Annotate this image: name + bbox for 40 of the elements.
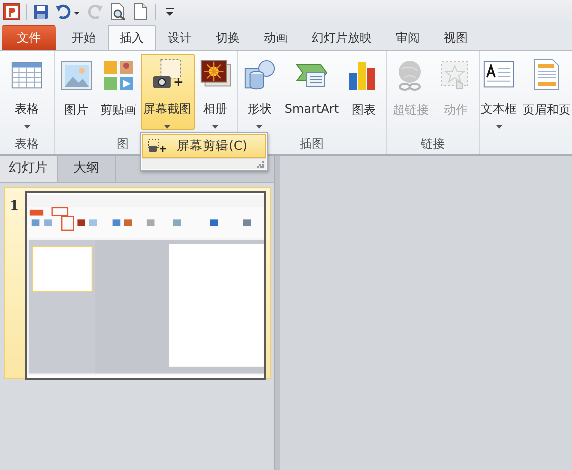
panel-tab[interactable]: 幻灯片 — [0, 156, 58, 182]
group-label: 表格 — [15, 136, 39, 152]
app-logo-icon[interactable] — [3, 3, 21, 21]
undo-icon[interactable] — [55, 3, 81, 21]
camera-icon — [150, 59, 184, 90]
ribbon-button[interactable]: 页眉和页 — [522, 54, 572, 130]
ribbon-button[interactable]: 表格 — [7, 54, 47, 130]
shapes-icon — [242, 59, 277, 90]
panel-tab[interactable]: 大纲 — [58, 156, 116, 182]
screen-clip-icon — [148, 139, 166, 153]
group-label: 图 — [117, 136, 129, 152]
ribbon-button[interactable]: 屏幕截图 — [140, 54, 194, 130]
new-document-icon[interactable] — [132, 3, 150, 21]
ribbon-tab[interactable]: 插入 — [108, 25, 156, 50]
ribbon-tab[interactable]: 设计 — [156, 25, 204, 50]
group-label: 插图 — [300, 136, 324, 152]
slide-thumbnail[interactable]: 1 — [4, 187, 271, 379]
ribbon-button[interactable]: 文本框 — [480, 54, 518, 130]
ribbon-button[interactable]: 剪贴画 — [98, 54, 140, 130]
ribbon-tab[interactable]: 开始 — [60, 25, 108, 50]
ribbon-tab[interactable]: 切换 — [204, 25, 252, 50]
ribbon-tab[interactable]: 视图 — [432, 25, 480, 50]
group-label: 链接 — [421, 136, 445, 152]
menu-item[interactable]: 屏幕剪辑(C) — [142, 134, 266, 158]
text-box-icon — [482, 59, 516, 90]
ribbon-button[interactable]: 图表 — [344, 54, 384, 130]
file-tab[interactable]: 文件 — [2, 25, 56, 50]
picture-icon — [60, 59, 94, 91]
resize-grip-icon[interactable] — [257, 160, 264, 168]
print-preview-icon[interactable] — [109, 3, 127, 21]
ribbon-tab[interactable]: 幻灯片放映 — [300, 25, 384, 50]
ribbon-button[interactable]: 相册 — [196, 54, 236, 130]
ribbon-tab[interactable]: 动画 — [252, 25, 300, 50]
clipart-icon — [102, 59, 136, 91]
ribbon-button[interactable]: 图片 — [56, 54, 96, 130]
save-icon[interactable] — [32, 3, 50, 21]
ribbon-button[interactable]: 形状 — [240, 54, 280, 130]
ribbon-button[interactable]: SmartArt — [282, 54, 342, 130]
ribbon-tab[interactable]: 审阅 — [384, 25, 432, 50]
slide-number: 1 — [10, 199, 20, 214]
